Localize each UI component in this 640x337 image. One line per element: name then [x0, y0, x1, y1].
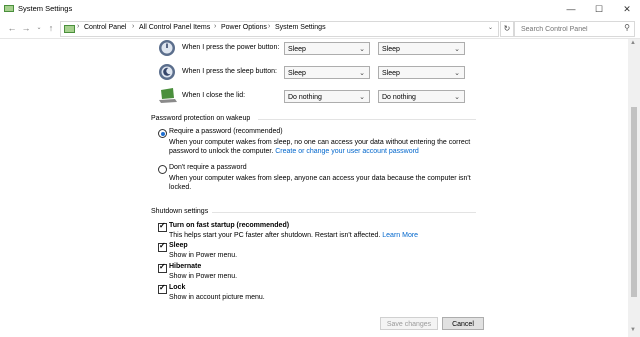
lock-description: Show in account picture menu.: [169, 294, 265, 301]
close-lid-battery-select[interactable]: Do nothing ⌄: [284, 90, 370, 103]
fast-startup-checkbox[interactable]: [158, 221, 167, 232]
breadcrumb-separator-icon: ›: [268, 23, 271, 30]
sleep-description: Show in Power menu.: [169, 252, 238, 259]
fast-startup-description: This helps start your PC faster after sh…: [169, 232, 419, 239]
power-button-battery-select[interactable]: Sleep ⌄: [284, 42, 370, 55]
password-section-heading: Password protection on wakeup: [151, 115, 251, 122]
require-password-radio[interactable]: [158, 129, 167, 138]
chevron-down-icon: ⌄: [454, 70, 460, 77]
no-password-radio[interactable]: [158, 165, 167, 174]
address-row: ← → ⌄ ↑ › Control Panel › All Control Pa…: [0, 18, 640, 39]
breadcrumb-control-panel[interactable]: Control Panel: [84, 24, 126, 31]
power-button-label: When I press the power button:: [182, 44, 280, 51]
search-box[interactable]: ⚲: [514, 21, 635, 37]
control-panel-icon: [64, 25, 75, 33]
require-password-label[interactable]: Require a password (recommended): [169, 128, 283, 135]
sleep-button-battery-select[interactable]: Sleep ⌄: [284, 66, 370, 79]
create-password-link[interactable]: Create or change your user account passw…: [275, 148, 419, 155]
learn-more-link[interactable]: Learn More: [382, 232, 418, 239]
search-input[interactable]: [515, 22, 621, 35]
close-lid-label: When I close the lid:: [182, 92, 246, 99]
minimize-button[interactable]: —: [558, 0, 584, 18]
title-bar: System Settings — ☐ ✕: [0, 0, 640, 18]
hibernate-checkbox[interactable]: [158, 262, 167, 273]
chevron-down-icon: ⌄: [454, 46, 460, 53]
no-password-label[interactable]: Don't require a password: [169, 164, 247, 171]
chevron-down-icon: ⌄: [359, 94, 365, 101]
up-arrow-icon[interactable]: ↑: [45, 22, 57, 34]
chevron-down-icon: ⌄: [359, 46, 365, 53]
address-bar[interactable]: › Control Panel › All Control Panel Item…: [60, 21, 499, 37]
scroll-down-icon[interactable]: ▼: [630, 327, 636, 333]
cancel-button[interactable]: Cancel: [442, 317, 484, 330]
divider: [212, 212, 476, 213]
breadcrumb-all-items[interactable]: All Control Panel Items: [139, 24, 210, 31]
close-button[interactable]: ✕: [614, 0, 640, 18]
scroll-up-icon[interactable]: ▲: [630, 40, 636, 46]
require-password-description: When your computer wakes from sleep, no …: [169, 139, 471, 155]
no-password-description: When your computer wakes from sleep, any…: [169, 175, 471, 191]
power-button-plugged-select[interactable]: Sleep ⌄: [378, 42, 465, 55]
search-icon[interactable]: ⚲: [624, 23, 630, 32]
vertical-scrollbar[interactable]: ▲ ▼: [628, 39, 640, 337]
power-button-icon: [159, 40, 175, 56]
forward-arrow-icon[interactable]: →: [20, 22, 32, 34]
breadcrumb-separator-icon: ›: [214, 23, 217, 30]
fast-startup-label[interactable]: Turn on fast startup (recommended): [169, 222, 289, 229]
shutdown-section-heading: Shutdown settings: [151, 208, 209, 215]
back-arrow-icon[interactable]: ←: [6, 22, 18, 34]
scrollbar-thumb[interactable]: [631, 107, 637, 297]
sleep-button-label: When I press the sleep button:: [182, 68, 277, 75]
maximize-button[interactable]: ☐: [586, 0, 612, 18]
window-title: System Settings: [18, 4, 73, 13]
recent-dropdown-icon[interactable]: ⌄: [33, 22, 45, 34]
breadcrumb-power-options[interactable]: Power Options: [221, 24, 267, 31]
chevron-down-icon: ⌄: [454, 94, 460, 101]
lock-checkbox[interactable]: [158, 283, 167, 294]
sleep-button-plugged-select[interactable]: Sleep ⌄: [378, 66, 465, 79]
divider: [258, 119, 476, 120]
hibernate-label[interactable]: Hibernate: [169, 263, 201, 270]
sleep-label[interactable]: Sleep: [169, 242, 188, 249]
breadcrumb-separator-icon: ›: [77, 23, 80, 30]
close-lid-plugged-select[interactable]: Do nothing ⌄: [378, 90, 465, 103]
chevron-down-icon: ⌄: [359, 70, 365, 77]
breadcrumb-separator-icon: ›: [132, 23, 135, 30]
save-changes-button[interactable]: Save changes: [380, 317, 438, 330]
lock-label[interactable]: Lock: [169, 284, 185, 291]
hibernate-description: Show in Power menu.: [169, 273, 238, 280]
laptop-lid-icon: [159, 88, 177, 103]
sleep-checkbox[interactable]: [158, 241, 167, 252]
sleep-button-icon: [159, 64, 175, 80]
breadcrumb-system-settings[interactable]: System Settings: [275, 24, 326, 31]
address-dropdown-icon[interactable]: ⌄: [488, 24, 493, 31]
settings-content: When I press the power button: Sleep ⌄ Sl…: [0, 39, 628, 337]
refresh-icon[interactable]: ↻: [500, 21, 514, 37]
control-panel-icon: [4, 5, 14, 12]
